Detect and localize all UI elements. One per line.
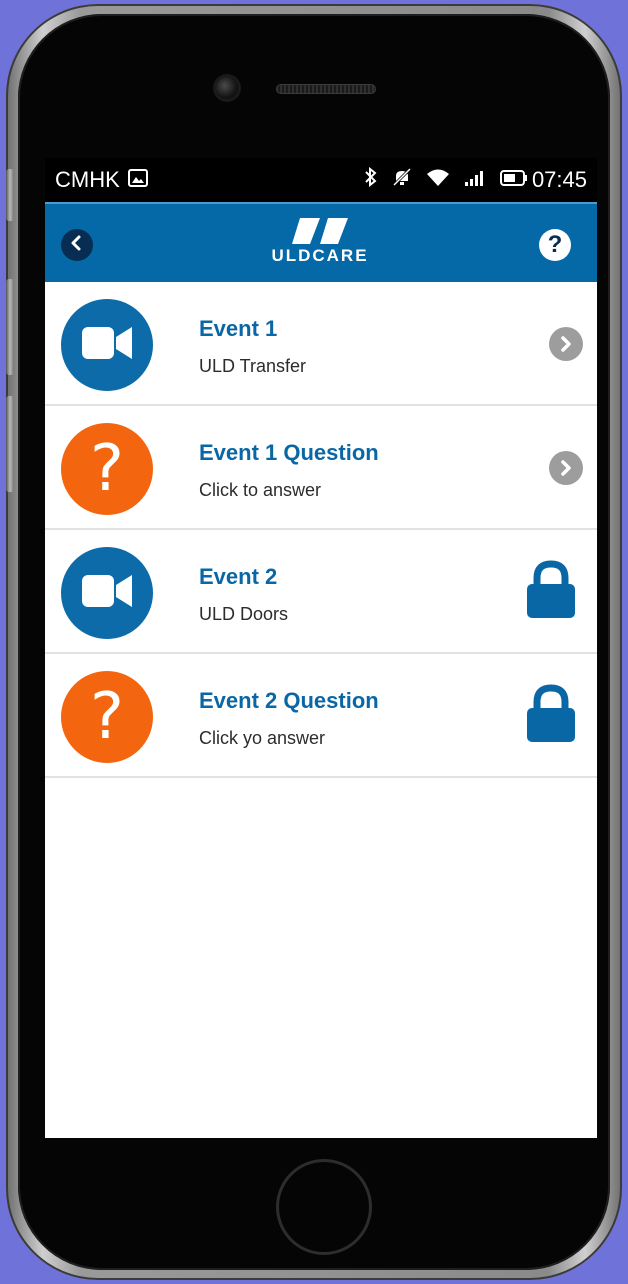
event-title: Event 1 Question [199,440,379,465]
video-badge [61,547,153,639]
video-camera-icon [82,325,132,366]
event-title: Event 1 [199,316,278,341]
volume-down-button [6,396,14,492]
event-subtitle: ULD Transfer [199,356,307,376]
question-mark-icon: ? [90,432,124,506]
app-header: ULDCARE ? [45,202,597,282]
mute-icon [392,167,412,193]
mute-switch [6,169,14,221]
app-screen: CMHK 07:45 ULDCARE ? Event 1 ULD Transfe… [45,158,597,1138]
event-subtitle: Click to answer [199,480,322,500]
question-badge: ? [61,423,153,515]
chevron-left-icon [69,235,85,256]
help-button[interactable]: ? [539,229,571,261]
back-button[interactable] [61,229,93,261]
bluetooth-icon [364,166,378,193]
uldcare-logo-mark [292,218,348,244]
event-title: Event 2 [199,564,278,589]
volume-up-button [6,279,14,375]
event-subtitle: ULD Doors [199,604,289,624]
carrier-label: CMHK [55,167,120,192]
event-row-4: ? Event 2 Question Click yo answer [45,654,597,778]
clock-label: 07:45 [531,167,587,192]
logo-text: ULDCARE [271,246,369,265]
video-camera-icon [82,573,132,614]
lock-icon [527,684,575,742]
event-row-3: Event 2 ULD Doors [45,530,597,654]
signal-icon [464,167,486,193]
uldcare-logo: ULDCARE [255,218,385,270]
event-list: Event 1 ULD Transfer ? Event 1 Question … [45,282,597,778]
video-badge [61,299,153,391]
event-title: Event 2 Question [199,688,379,713]
chevron-right-icon[interactable] [549,451,583,485]
question-icon: ? [547,231,563,258]
event-row-1[interactable]: Event 1 ULD Transfer [45,282,597,406]
battery-icon [499,167,528,193]
front-camera [216,77,238,99]
lock-icon [527,560,575,618]
status-bar: CMHK 07:45 [45,158,597,202]
home-button[interactable] [276,1159,372,1255]
image-icon [127,167,148,193]
chevron-right-icon[interactable] [549,327,583,361]
event-subtitle: Click yo answer [199,728,326,748]
event-row-2[interactable]: ? Event 1 Question Click to answer [45,406,597,530]
wifi-icon [426,167,450,193]
question-mark-icon: ? [90,680,124,754]
earpiece-speaker [276,84,376,94]
question-badge: ? [61,671,153,763]
